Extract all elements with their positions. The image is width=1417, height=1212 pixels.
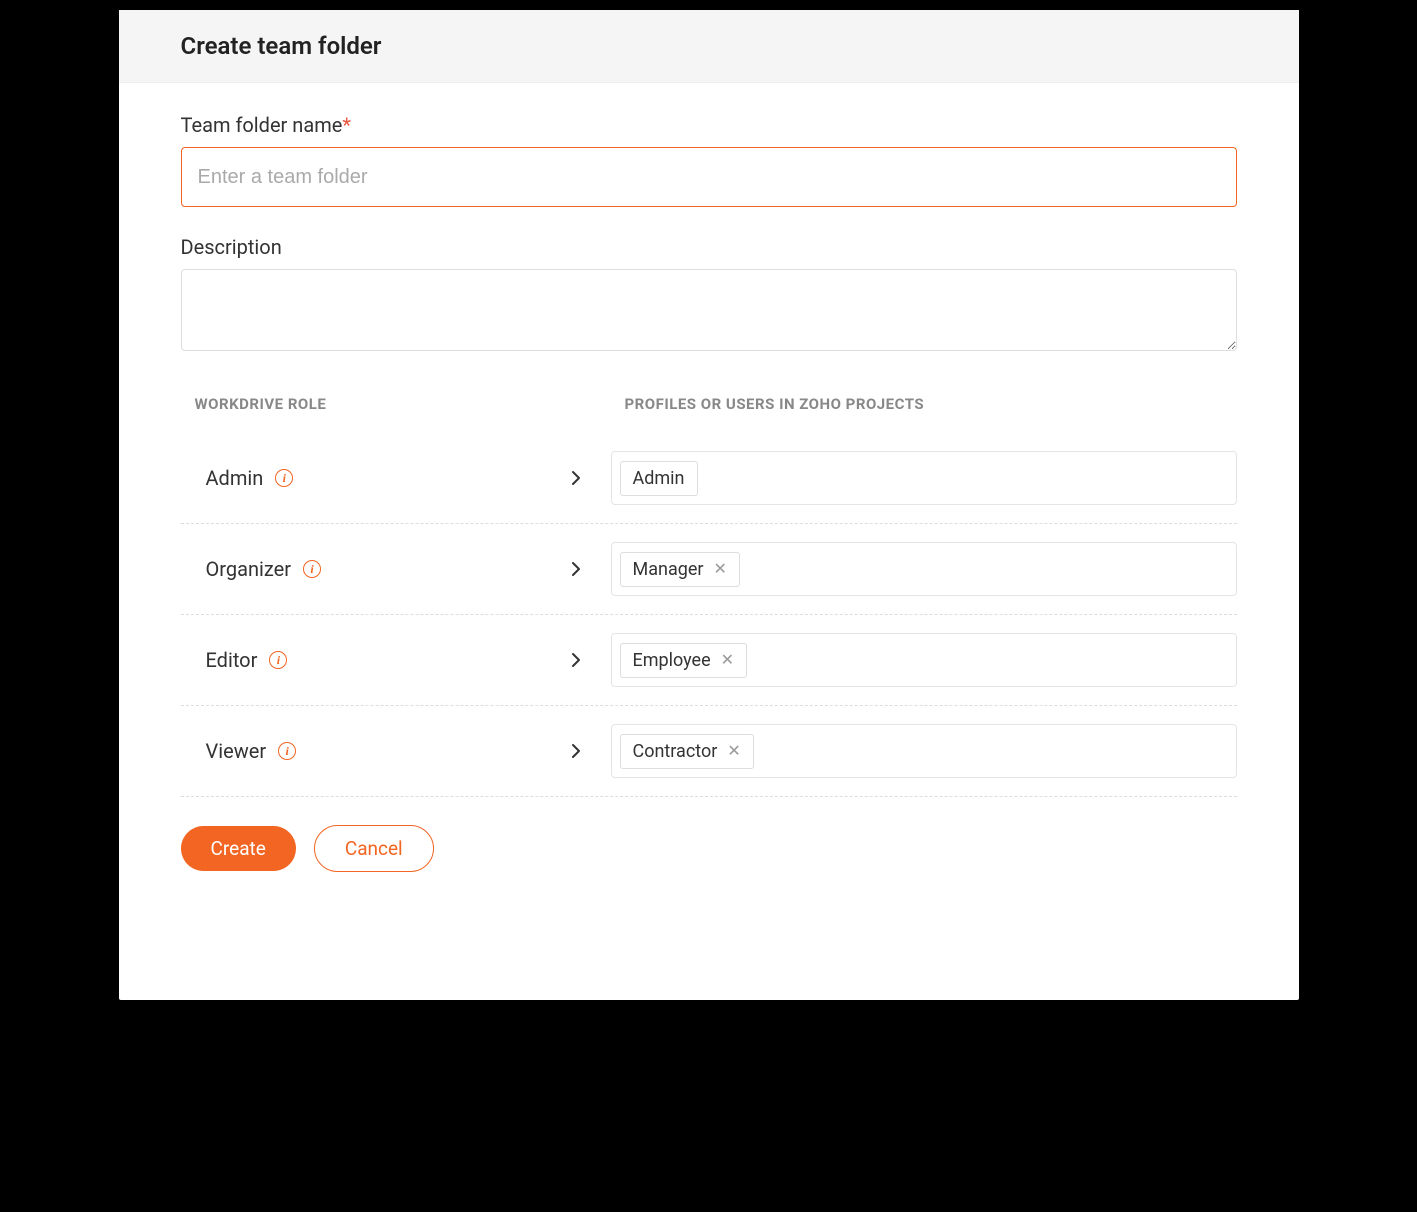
modal-footer: Create Cancel [119, 797, 1299, 872]
close-icon[interactable]: ✕ [727, 743, 740, 759]
profiles-tag-input[interactable]: Employee ✕ [611, 633, 1237, 687]
folder-name-label: Team folder name* [181, 113, 1237, 137]
role-name: Viewer [206, 739, 267, 763]
chevron-right-icon [571, 561, 581, 577]
folder-name-field: Team folder name* [181, 113, 1237, 207]
role-row: Vieweri Contractor ✕ [181, 706, 1237, 797]
info-icon[interactable]: i [303, 560, 321, 578]
role-row: Editori Employee ✕ [181, 615, 1237, 706]
role-name: Editor [206, 648, 258, 672]
modal-body: Team folder name* Description WORKDRIVE … [119, 83, 1299, 797]
tag-label: Employee [633, 650, 711, 671]
role-rows-container: AdminiAdminOrganizeriManager✕EditoriEmpl… [181, 433, 1237, 797]
role-mapping-section: WORKDRIVE ROLE PROFILES OR USERS IN ZOHO… [181, 395, 1237, 797]
role-left-cell: Editori [181, 648, 611, 672]
description-input[interactable] [181, 269, 1237, 351]
tag-label: Manager [633, 559, 704, 580]
cancel-button[interactable]: Cancel [314, 825, 434, 872]
info-icon[interactable]: i [269, 651, 287, 669]
description-field: Description [181, 235, 1237, 355]
description-label: Description [181, 235, 1237, 259]
role-name: Admin [206, 466, 264, 490]
tag-label: Admin [633, 468, 685, 489]
modal-header: Create team folder [119, 10, 1299, 83]
profiles-header: PROFILES OR USERS IN ZOHO PROJECTS [611, 395, 1237, 413]
close-icon[interactable]: ✕ [721, 652, 734, 668]
chevron-right-icon [571, 652, 581, 668]
close-icon[interactable]: ✕ [714, 561, 727, 577]
chevron-right-icon [571, 470, 581, 486]
profile-tag: Contractor ✕ [620, 734, 754, 769]
profile-tag: Admin [620, 461, 698, 496]
create-team-folder-modal: Create team folder Team folder name* Des… [119, 10, 1299, 1000]
profiles-tag-input[interactable]: Manager ✕ [611, 542, 1237, 596]
folder-name-input[interactable] [181, 147, 1237, 207]
profile-tag: Manager ✕ [620, 552, 740, 587]
role-left-cell: Organizer i [181, 557, 611, 581]
chevron-right-icon [571, 743, 581, 759]
profiles-tag-input[interactable]: Admin [611, 451, 1237, 505]
role-row: AdminiAdmin [181, 433, 1237, 524]
role-row: Organizer i Manager ✕ [181, 524, 1237, 615]
role-headers: WORKDRIVE ROLE PROFILES OR USERS IN ZOHO… [181, 395, 1237, 413]
info-icon[interactable]: i [278, 742, 296, 760]
profile-tag: Employee ✕ [620, 643, 748, 678]
required-asterisk: * [342, 113, 351, 137]
tag-label: Contractor [633, 741, 718, 762]
info-icon[interactable]: i [275, 469, 293, 487]
modal-title: Create team folder [181, 32, 1237, 60]
create-button[interactable]: Create [181, 826, 296, 871]
workdrive-role-header: WORKDRIVE ROLE [181, 395, 611, 413]
profiles-tag-input[interactable]: Contractor ✕ [611, 724, 1237, 778]
role-left-cell: Admini [181, 466, 611, 490]
role-name: Organizer [206, 557, 292, 581]
role-left-cell: Vieweri [181, 739, 611, 763]
